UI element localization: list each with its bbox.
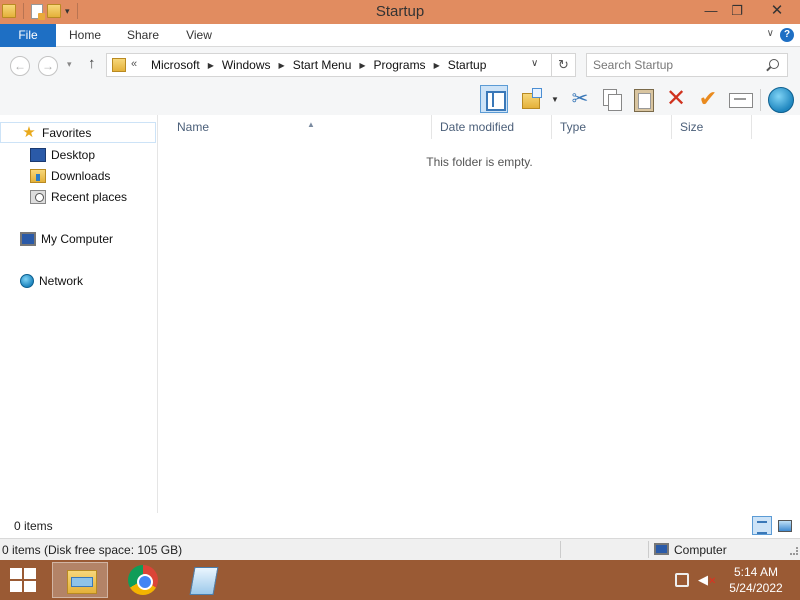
help-icon[interactable]: ? xyxy=(780,28,794,42)
details-view-icon[interactable] xyxy=(752,516,772,535)
volume-muted-icon[interactable]: ◀✕ xyxy=(698,572,716,588)
disk-free-space: 0 items (Disk free space: 105 GB) xyxy=(2,543,183,557)
item-count: 0 items xyxy=(14,519,53,533)
start-button[interactable] xyxy=(8,567,38,593)
column-header-name[interactable]: Name ▲ xyxy=(169,115,432,139)
tab-view[interactable]: View xyxy=(172,24,226,47)
title-bar: ▾ Startup — ❐ ✕ xyxy=(0,0,800,24)
breadcrumb-item[interactable]: Programs xyxy=(370,58,430,72)
windows-logo-icon xyxy=(10,568,22,579)
breadcrumb-item[interactable]: Windows xyxy=(218,58,275,72)
column-header-date-modified[interactable]: Date modified xyxy=(432,115,552,139)
maximize-button[interactable]: ❐ xyxy=(722,0,752,22)
sidebar-item-favorites[interactable]: ★ Favorites xyxy=(0,122,156,143)
status-bar: 0 items xyxy=(0,513,800,537)
sidebar-item-my-computer[interactable]: My Computer xyxy=(0,228,156,249)
clock-date: 5/24/2022 xyxy=(729,581,783,595)
copy-icon[interactable] xyxy=(598,85,626,113)
toolbar-separator xyxy=(760,89,761,111)
sidebar-item-label: Recent places xyxy=(51,189,128,204)
desktop-icon xyxy=(30,147,46,162)
computer-icon xyxy=(20,231,36,246)
delete-icon[interactable]: ✕ xyxy=(662,85,690,113)
search-icon[interactable] xyxy=(769,59,779,69)
details-bar: 0 items (Disk free space: 105 GB) Comput… xyxy=(0,538,800,560)
windows-logo-icon xyxy=(24,581,36,592)
forward-button[interactable]: → xyxy=(38,56,58,76)
ribbon-tabs: File Home Share View ∨ ? xyxy=(0,24,800,47)
column-header-type[interactable]: Type xyxy=(552,115,672,139)
breadcrumb-item[interactable]: Start Menu xyxy=(289,58,356,72)
sidebar-item-label: Downloads xyxy=(51,168,111,183)
chrome-icon[interactable] xyxy=(115,562,171,598)
star-icon: ★ xyxy=(22,123,36,141)
sidebar-item-label: My Computer xyxy=(41,231,114,246)
windows-logo-icon xyxy=(10,581,22,592)
chevron-down-icon[interactable]: ▼ xyxy=(551,95,559,104)
chevron-right-icon[interactable]: ▶ xyxy=(204,61,218,70)
tab-home[interactable]: Home xyxy=(56,24,114,47)
empty-folder-message: This folder is empty. xyxy=(426,155,533,169)
command-toolbar: ▼ ✂ ✕ ✔ xyxy=(0,83,800,115)
resize-grip[interactable] xyxy=(790,547,798,555)
computer-icon xyxy=(654,543,669,555)
address-row: ← → ▾ ↑ « Microsoft ▶ Windows ▶ Start Me… xyxy=(0,47,800,83)
sidebar-item-label: Favorites xyxy=(42,125,92,140)
column-label: Name xyxy=(177,120,210,134)
navigation-pane: ★ Favorites Desktop Downloads Recent pla… xyxy=(0,115,158,513)
tab-share[interactable]: Share xyxy=(114,24,172,47)
chevron-right-icon[interactable]: ▶ xyxy=(355,61,369,70)
downloads-icon xyxy=(30,168,46,183)
file-list[interactable]: Name ▲ Date modified Type Size This fold… xyxy=(159,115,800,513)
search-box[interactable] xyxy=(586,53,788,77)
breadcrumb-item[interactable]: Startup xyxy=(444,58,491,72)
sidebar-item-recent-places[interactable]: Recent places xyxy=(0,186,156,207)
sidebar-item-label: Network xyxy=(39,273,84,288)
folder-icon xyxy=(112,58,126,72)
up-button[interactable]: ↑ xyxy=(88,55,96,72)
chevron-right-icon[interactable]: ▶ xyxy=(430,61,444,70)
column-header-size[interactable]: Size xyxy=(672,115,752,139)
sidebar-item-network[interactable]: Network xyxy=(0,270,156,291)
window-title: Startup xyxy=(375,3,425,20)
sort-ascending-icon: ▲ xyxy=(307,120,315,129)
expand-ribbon-icon[interactable]: ∨ xyxy=(767,28,774,39)
address-bar[interactable]: « Microsoft ▶ Windows ▶ Start Menu ▶ Pro… xyxy=(106,53,576,77)
recent-locations-icon[interactable]: ▾ xyxy=(67,59,72,70)
recent-places-icon xyxy=(30,189,46,204)
globe-icon[interactable] xyxy=(766,85,794,113)
clock-time: 5:14 AM xyxy=(733,565,779,579)
chevron-right-icon[interactable]: ▶ xyxy=(275,61,289,70)
check-icon[interactable]: ✔ xyxy=(694,85,722,113)
file-explorer-icon[interactable] xyxy=(52,562,108,598)
tab-file[interactable]: File xyxy=(0,24,56,47)
network-icon xyxy=(20,273,34,288)
large-icons-view-icon[interactable] xyxy=(776,517,792,533)
close-button[interactable]: ✕ xyxy=(754,0,800,22)
sidebar-item-desktop[interactable]: Desktop xyxy=(0,144,156,165)
sidebar-item-downloads[interactable]: Downloads xyxy=(0,165,156,186)
address-overflow[interactable]: « xyxy=(131,58,137,70)
paste-icon[interactable] xyxy=(630,85,658,113)
details-separator xyxy=(560,541,561,558)
search-input[interactable] xyxy=(593,57,763,73)
rename-icon[interactable] xyxy=(726,85,754,113)
refresh-button[interactable]: ↻ xyxy=(551,54,575,76)
taskbar: ◀✕ 5:14 AM 5/24/2022 xyxy=(0,560,800,600)
preview-pane-icon[interactable] xyxy=(480,85,508,113)
sidebar-item-label: Desktop xyxy=(51,147,96,162)
network-tray-icon[interactable] xyxy=(675,573,689,587)
new-folder-icon[interactable] xyxy=(518,85,546,113)
windows-logo-icon xyxy=(24,568,36,579)
chevron-down-icon[interactable]: ∨ xyxy=(531,58,538,69)
breadcrumb-item[interactable]: Microsoft xyxy=(147,58,204,72)
details-separator xyxy=(648,541,649,558)
clock[interactable]: 5:14 AM 5/24/2022 xyxy=(720,564,792,596)
breadcrumb: Microsoft ▶ Windows ▶ Start Menu ▶ Progr… xyxy=(147,58,490,72)
notepad-icon[interactable] xyxy=(178,562,234,598)
location-label: Computer xyxy=(674,543,727,557)
cut-icon[interactable]: ✂ xyxy=(566,85,594,113)
back-button[interactable]: ← xyxy=(10,56,30,76)
